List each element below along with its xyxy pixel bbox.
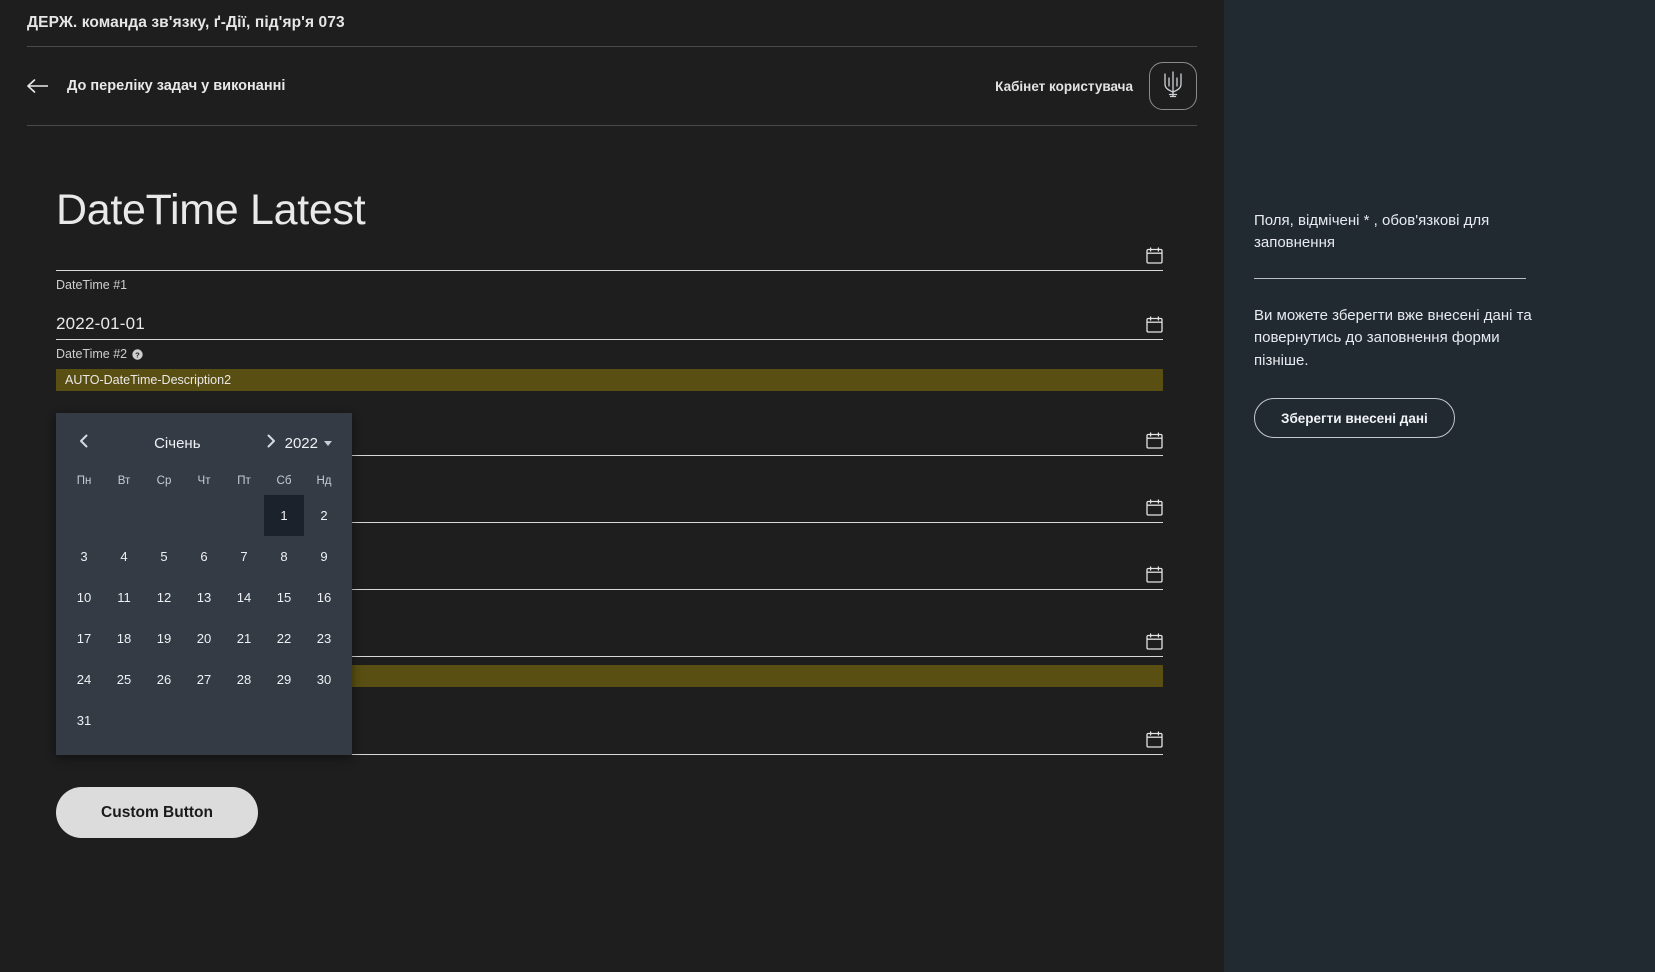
calendar-empty-cell bbox=[104, 495, 144, 536]
calendar-day[interactable]: 17 bbox=[64, 618, 104, 659]
calendar-icon[interactable] bbox=[1146, 316, 1163, 333]
calendar-header: Січень 2022 bbox=[64, 427, 344, 459]
calendar-icon[interactable] bbox=[1146, 499, 1163, 516]
calendar-weekday-header: Нд bbox=[316, 475, 332, 487]
org-title: ДЕРЖ. команда зв'язку, ґ-Дії, під'яр'я 0… bbox=[27, 14, 345, 31]
calendar-empty-cell bbox=[144, 495, 184, 536]
calendar-day[interactable]: 10 bbox=[64, 577, 104, 618]
calendar-day[interactable]: 27 bbox=[184, 659, 224, 700]
calendar-day[interactable]: 16 bbox=[304, 577, 344, 618]
sidebar-content: Поля, відмічені * , обов'язкові для запо… bbox=[1224, 0, 1655, 438]
save-draft-note: Ви можете зберегти вже внесені дані та п… bbox=[1254, 306, 1532, 369]
calendar-weekday-header: Чт bbox=[197, 475, 211, 487]
right-sidebar: Поля, відмічені * , обов'язкові для запо… bbox=[1224, 0, 1655, 972]
nav-right-group: Кабінет користувача bbox=[995, 62, 1197, 110]
help-icon[interactable]: ? bbox=[132, 348, 143, 360]
calendar-day[interactable]: 13 bbox=[184, 577, 224, 618]
calendar-day[interactable]: 25 bbox=[104, 659, 144, 700]
calendar-day[interactable]: 26 bbox=[144, 659, 184, 700]
datetime-field-label: DateTime #1 bbox=[56, 271, 1163, 292]
calendar-next-month-button[interactable] bbox=[257, 429, 285, 457]
calendar-day[interactable]: 3 bbox=[64, 536, 104, 577]
calendar-day[interactable]: 7 bbox=[224, 536, 264, 577]
datetime-field-label-text: DateTime #2 bbox=[56, 347, 128, 361]
page-title: DateTime Latest bbox=[56, 186, 366, 234]
calendar-year-label: 2022 bbox=[284, 434, 318, 452]
calendar-icon[interactable] bbox=[1146, 731, 1163, 748]
calendar-day[interactable]: 19 bbox=[144, 618, 184, 659]
calendar-day[interactable]: 8 bbox=[264, 536, 304, 577]
calendar-day[interactable]: 24 bbox=[64, 659, 104, 700]
calendar-icon[interactable] bbox=[1146, 633, 1163, 650]
chevron-left-icon bbox=[78, 434, 90, 453]
calendar-day[interactable]: 4 bbox=[104, 536, 144, 577]
calendar-prev-month-button[interactable] bbox=[70, 429, 98, 457]
calendar-weekday-header: Ср bbox=[156, 475, 172, 487]
field-description-bar: AUTO-DateTime-Description2 bbox=[56, 369, 1163, 391]
avatar[interactable] bbox=[1149, 62, 1197, 110]
calendar-day[interactable]: 23 bbox=[304, 618, 344, 659]
chevron-down-icon bbox=[324, 440, 332, 446]
datetime-input[interactable]: 2022-01-01 bbox=[56, 304, 1163, 340]
org-header-bar: ДЕРЖ. команда зв'язку, ґ-Дії, під'яр'я 0… bbox=[27, 0, 1197, 47]
calendar-day[interactable]: 31 bbox=[64, 700, 104, 741]
back-link-label: До переліку задач у виконанні bbox=[67, 78, 286, 94]
back-to-task-list-link[interactable]: До переліку задач у виконанні bbox=[27, 78, 285, 94]
custom-button[interactable]: Custom Button bbox=[56, 787, 258, 838]
date-picker-popup[interactable]: Січень 2022 Пн Вт Ср Чт Пт Сб Нд 1 2 3 4 5 6 7 8 9 10 11 1… bbox=[56, 413, 352, 755]
calendar-grid: Пн Вт Ср Чт Пт Сб Нд 1 2 3 4 5 6 7 8 9 10 11 12 13 14 15 16 17 1… bbox=[64, 467, 344, 741]
datetime-input-value: 2022-01-01 bbox=[56, 314, 145, 333]
calendar-weekday-header: Пн bbox=[76, 475, 92, 487]
navigation-bar: До переліку задач у виконанні Кабінет ко… bbox=[27, 47, 1197, 126]
calendar-weekday-header: Сб bbox=[276, 475, 292, 487]
field-description-text: AUTO-DateTime-Description2 bbox=[65, 373, 232, 387]
calendar-empty-cell bbox=[64, 495, 104, 536]
calendar-weekday-header: Пт bbox=[237, 475, 251, 487]
calendar-day[interactable]: 6 bbox=[184, 536, 224, 577]
calendar-day[interactable]: 21 bbox=[224, 618, 264, 659]
chevron-right-icon bbox=[265, 434, 277, 453]
arrow-left-icon bbox=[27, 78, 49, 94]
calendar-day[interactable]: 22 bbox=[264, 618, 304, 659]
datetime-field-label-text: DateTime #1 bbox=[56, 278, 128, 292]
calendar-icon[interactable] bbox=[1146, 247, 1163, 264]
sidebar-divider bbox=[1254, 277, 1526, 279]
calendar-day[interactable]: 11 bbox=[104, 577, 144, 618]
calendar-day[interactable]: 18 bbox=[104, 618, 144, 659]
datetime-field-label: DateTime #2? bbox=[56, 340, 1163, 361]
calendar-day[interactable]: 20 bbox=[184, 618, 224, 659]
ukraine-trident-icon bbox=[1160, 69, 1186, 104]
calendar-empty-cell bbox=[184, 495, 224, 536]
calendar-day[interactable]: 9 bbox=[304, 536, 344, 577]
datetime-input[interactable] bbox=[56, 235, 1163, 271]
calendar-day[interactable]: 28 bbox=[224, 659, 264, 700]
calendar-icon[interactable] bbox=[1146, 432, 1163, 449]
calendar-month-label[interactable]: Січень bbox=[98, 435, 257, 452]
calendar-day[interactable]: 12 bbox=[144, 577, 184, 618]
calendar-day[interactable]: 15 bbox=[264, 577, 304, 618]
calendar-weekday-header: Вт bbox=[117, 475, 131, 487]
datetime-field: DateTime #1 bbox=[56, 235, 1163, 292]
calendar-day[interactable]: 29 bbox=[264, 659, 304, 700]
calendar-empty-cell bbox=[224, 495, 264, 536]
user-cabinet-label[interactable]: Кабінет користувача bbox=[995, 79, 1133, 94]
app-root: ДЕРЖ. команда зв'язку, ґ-Дії, під'яр'я 0… bbox=[0, 0, 1655, 972]
calendar-icon[interactable] bbox=[1146, 566, 1163, 583]
calendar-day[interactable]: 30 bbox=[304, 659, 344, 700]
svg-text:?: ? bbox=[135, 350, 140, 359]
required-fields-note: Поля, відмічені * , обов'язкові для запо… bbox=[1254, 212, 1490, 251]
calendar-year-selector[interactable]: 2022 bbox=[285, 435, 338, 452]
calendar-day[interactable]: 14 bbox=[224, 577, 264, 618]
main-column: ДЕРЖ. команда зв'язку, ґ-Дії, під'яр'я 0… bbox=[0, 0, 1224, 972]
calendar-day[interactable]: 2 bbox=[304, 495, 344, 536]
calendar-day[interactable]: 5 bbox=[144, 536, 184, 577]
datetime-field: 2022-01-01 DateTime #2? AUTO-DateTime-Desc… bbox=[56, 304, 1163, 391]
save-draft-button[interactable]: Зберегти внесені дані bbox=[1254, 398, 1455, 438]
calendar-day-selected[interactable]: 1 bbox=[264, 495, 304, 536]
